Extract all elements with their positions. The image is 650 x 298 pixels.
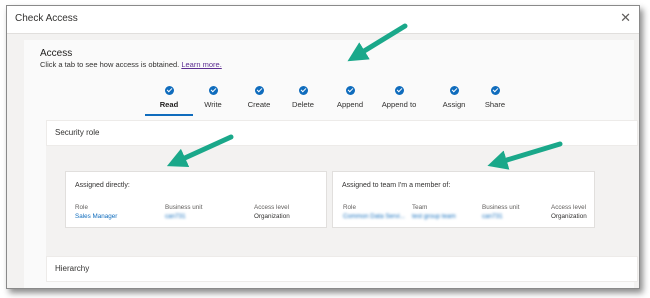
tab-label: Append [336, 100, 364, 109]
security-role-header[interactable]: Security role [46, 120, 638, 146]
tab-label: Share [484, 100, 506, 109]
access-level-header: Access level [254, 204, 289, 211]
check-icon [254, 86, 264, 95]
business-unit-header: Business unit [482, 204, 520, 211]
check-access-dialog: Check Access ✕ Access Click a tab to see… [6, 5, 640, 289]
access-subtitle-text: Click a tab to see how access is obtaine… [40, 60, 180, 69]
access-level-value: Organization [551, 213, 587, 220]
check-icon [164, 86, 174, 95]
tab-label: Append to [381, 100, 417, 109]
security-role-content: Assigned directly: Role Sales Manager Bu… [46, 146, 638, 256]
tab-read[interactable]: Read [145, 86, 193, 116]
access-level-column: Access level Organization [254, 204, 290, 220]
hierarchy-title: Hierarchy [55, 264, 90, 273]
role-header: Role [343, 204, 356, 211]
team-role-title: Assigned to team I'm a member of: [342, 182, 451, 189]
security-role-title: Security role [55, 128, 100, 137]
check-icon [298, 86, 308, 95]
role-header: Role [75, 204, 88, 211]
tab-label: Write [204, 100, 222, 109]
role-column: Role Sales Manager [75, 204, 117, 220]
assigned-directly-title: Assigned directly: [75, 182, 130, 189]
tab-assign[interactable]: Assign [432, 86, 476, 114]
team-column: Team test group team [412, 204, 456, 220]
team-header: Team [412, 204, 428, 211]
tab-write[interactable]: Write [191, 86, 235, 114]
assigned-directly-card: Assigned directly: Role Sales Manager Bu… [65, 171, 327, 228]
dialog-titlebar: Check Access ✕ [7, 6, 639, 34]
hierarchy-header[interactable]: Hierarchy [46, 256, 638, 282]
dialog-title: Check Access [15, 13, 78, 24]
tab-label: Assign [442, 100, 466, 109]
tab-label: Read [159, 100, 179, 109]
tab-share[interactable]: Share [473, 86, 517, 114]
tab-label: Delete [292, 100, 314, 109]
team-role-card: Assigned to team I'm a member of: Role C… [332, 171, 595, 228]
permission-tabs: Read Write Create Delete Append Append t… [145, 86, 517, 116]
access-level-column: Access level Organization [551, 204, 587, 220]
business-unit-link[interactable]: can731 [482, 213, 519, 220]
role-link[interactable]: Common Data Servi... [343, 213, 405, 220]
tab-delete[interactable]: Delete [281, 86, 325, 114]
role-column: Role Common Data Servi... [343, 204, 405, 220]
access-subtitle: Click a tab to see how access is obtaine… [40, 60, 222, 69]
access-level-value: Organization [254, 213, 290, 220]
business-unit-header: Business unit [165, 204, 203, 211]
check-icon [449, 86, 459, 95]
tab-append[interactable]: Append [328, 86, 372, 114]
access-panel: Access Click a tab to see how access is … [24, 40, 638, 288]
active-tab-indicator [145, 114, 193, 116]
business-unit-link[interactable]: can731 [165, 213, 202, 220]
tab-create[interactable]: Create [237, 86, 281, 114]
role-link[interactable]: Sales Manager [75, 213, 117, 220]
tab-append-to[interactable]: Append to [374, 86, 424, 114]
check-icon [394, 86, 404, 95]
team-link[interactable]: test group team [412, 213, 456, 220]
tab-label: Create [247, 100, 271, 109]
close-icon[interactable]: ✕ [620, 10, 631, 26]
check-icon [208, 86, 218, 95]
learn-more-link[interactable]: Learn more. [181, 60, 221, 69]
access-level-header: Access level [551, 204, 586, 211]
check-icon [490, 86, 500, 95]
access-heading: Access [40, 48, 73, 59]
check-icon [345, 86, 355, 95]
business-unit-column: Business unit can731 [165, 204, 202, 220]
business-unit-column: Business unit can731 [482, 204, 519, 220]
